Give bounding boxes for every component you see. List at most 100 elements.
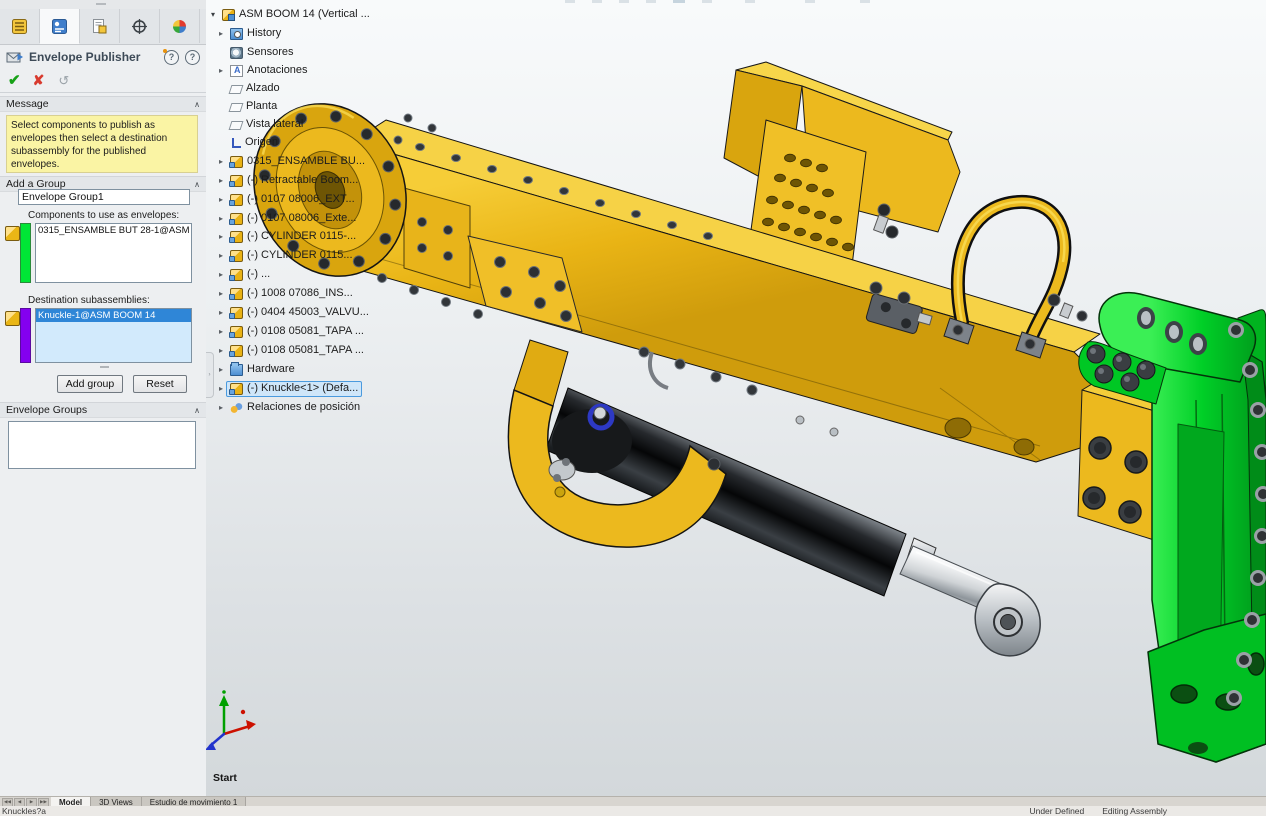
tree-item-component[interactable]: (-) 0108 05081_TAPA ... xyxy=(216,341,368,360)
envelope-groups-listbox[interactable] xyxy=(8,421,196,469)
tree-item-component[interactable]: (-) 0107 08006_Exte... xyxy=(216,209,360,228)
destination-listbox[interactable]: Knuckle-1@ASM BOOM 14 xyxy=(35,308,192,363)
panel-flyout-handle[interactable]: › xyxy=(206,352,214,398)
tab-feature-manager[interactable] xyxy=(0,9,40,43)
component-icon xyxy=(230,156,243,168)
component-selection-icon xyxy=(5,226,20,241)
graphics-viewport[interactable]: ASM BOOM 14 (Vertical ... History Sensor… xyxy=(206,0,1266,796)
expand-arrow-icon[interactable] xyxy=(216,251,226,260)
tree-item-side-plane[interactable]: Vista lateral xyxy=(216,115,307,134)
plane-icon xyxy=(229,103,244,112)
tab-display-manager[interactable] xyxy=(160,9,200,43)
mates-icon xyxy=(230,402,243,414)
expand-arrow-icon[interactable] xyxy=(216,289,226,298)
manager-tabs xyxy=(0,9,206,45)
tree-item-top-plane[interactable]: Planta xyxy=(216,97,281,116)
tree-item-hardware-folder[interactable]: Hardware xyxy=(216,360,299,379)
tree-item-history[interactable]: History xyxy=(216,24,285,43)
plane-icon xyxy=(229,121,244,130)
tab-property-manager[interactable] xyxy=(40,9,80,44)
component-icon xyxy=(230,213,243,225)
feature-manager-icon xyxy=(11,18,28,35)
expand-arrow-icon[interactable] xyxy=(216,327,226,336)
list-item[interactable]: 0315_ENSAMBLE BUT 28-1@ASM BOOM 14 xyxy=(36,224,191,237)
destination-color-bar xyxy=(20,308,31,363)
expand-arrow-icon[interactable] xyxy=(216,214,226,223)
boom-part[interactable] xyxy=(352,114,1112,462)
tree-item-annotations[interactable]: Anotaciones xyxy=(216,61,312,80)
expand-arrow-icon[interactable] xyxy=(216,270,226,279)
tree-item-assembly-root[interactable]: ASM BOOM 14 (Vertical ... xyxy=(208,5,374,24)
component-icon xyxy=(230,307,243,319)
annotations-icon xyxy=(230,65,243,77)
expand-arrow-icon[interactable] xyxy=(208,10,218,19)
expand-arrow-icon[interactable] xyxy=(216,403,226,412)
expand-arrow-icon[interactable] xyxy=(216,365,226,374)
dimxpert-icon xyxy=(131,18,148,35)
list-resize-handle[interactable] xyxy=(100,366,109,368)
plane-icon xyxy=(229,85,244,94)
expand-arrow-icon[interactable] xyxy=(216,308,226,317)
collapse-chevron-icon[interactable]: ∧ xyxy=(194,180,200,189)
help-icon[interactable]: ? xyxy=(185,50,200,65)
tree-item-component[interactable]: (-) CYLINDER 0115... xyxy=(216,246,357,265)
knuckle-part[interactable] xyxy=(1078,293,1266,762)
status-constraint: Under Defined xyxy=(1029,806,1084,816)
collapse-chevron-icon[interactable]: ∧ xyxy=(194,100,200,109)
components-listbox[interactable]: 0315_ENSAMBLE BUT 28-1@ASM BOOM 14 xyxy=(35,223,192,283)
expand-arrow-icon[interactable] xyxy=(216,176,226,185)
undo-button[interactable]: ↺ xyxy=(58,74,69,87)
tree-item-component[interactable]: (-) 0404 45003_VALVU... xyxy=(216,303,373,322)
configuration-manager-icon xyxy=(91,18,108,35)
group-name-input[interactable] xyxy=(18,189,190,205)
tree-item-component[interactable]: (-) 0108 05081_TAPA ... xyxy=(216,322,368,341)
splitter-grip[interactable] xyxy=(96,3,106,5)
pin-icon[interactable]: ? xyxy=(164,50,179,65)
expand-arrow-icon[interactable] xyxy=(216,29,226,38)
add-group-button[interactable]: Add group xyxy=(57,375,123,393)
cancel-button[interactable]: ✘ xyxy=(33,73,45,87)
tree-item-origin[interactable]: Origen xyxy=(216,133,282,152)
tree-item-sensors[interactable]: Sensores xyxy=(216,43,297,62)
component-icon xyxy=(230,175,243,187)
start-label: Start xyxy=(213,772,237,784)
reset-button[interactable]: Reset xyxy=(133,375,187,393)
expand-arrow-icon[interactable] xyxy=(216,232,226,241)
tree-item-component[interactable]: (-) Retractable Boom... xyxy=(216,171,362,190)
history-folder-icon xyxy=(230,28,243,40)
expand-arrow-icon[interactable] xyxy=(216,346,226,355)
collapse-chevron-icon[interactable]: ∧ xyxy=(194,406,200,415)
tree-item-component[interactable]: 0315_ENSAMBLE BU... xyxy=(216,152,369,171)
tab-configuration-manager[interactable] xyxy=(80,9,120,43)
tree-item-mates[interactable]: Relaciones de posición xyxy=(216,398,364,417)
display-manager-icon xyxy=(171,18,188,35)
list-item-selected[interactable]: Knuckle-1@ASM BOOM 14 xyxy=(36,309,191,322)
envelope-publisher-icon xyxy=(6,50,24,64)
tree-item-component[interactable]: (-) ... xyxy=(216,265,274,284)
message-section-header[interactable]: Message∧ xyxy=(0,96,206,112)
tree-item-component[interactable]: (-) 0107 08006_EXT... xyxy=(216,190,359,209)
property-manager-icon xyxy=(51,18,68,35)
tree-item-component[interactable]: (-) 1008 07086_INS... xyxy=(216,284,357,303)
component-icon xyxy=(230,288,243,300)
origin-icon xyxy=(232,138,241,148)
panel-splitter[interactable] xyxy=(0,0,206,9)
top-toolbar-remnant xyxy=(565,0,870,3)
panel-actions: ✔ ✘ ↺ xyxy=(0,68,206,93)
expand-arrow-icon[interactable] xyxy=(216,195,226,204)
tree-item-component[interactable]: (-) CYLINDER 0115-... xyxy=(216,227,360,246)
status-bar: Knuckles?a Under Defined Editing Assembl… xyxy=(0,806,1266,816)
assembly-icon xyxy=(222,9,235,21)
component-icon xyxy=(230,345,243,357)
model-3d-view[interactable] xyxy=(206,0,1266,796)
component-icon xyxy=(230,383,243,395)
tab-dimxpert-manager[interactable] xyxy=(120,9,160,43)
components-label: Components to use as envelopes: xyxy=(28,210,179,221)
tree-item-front-plane[interactable]: Alzado xyxy=(216,79,284,98)
envelope-groups-section-header[interactable]: Envelope Groups∧ xyxy=(0,402,206,418)
expand-arrow-icon[interactable] xyxy=(216,157,226,166)
tree-item-knuckle-selected[interactable]: (-) Knuckle<1> (Defa... xyxy=(216,379,362,398)
expand-arrow-icon[interactable] xyxy=(216,66,226,75)
ok-button[interactable]: ✔ xyxy=(8,73,21,88)
expand-arrow-icon[interactable] xyxy=(216,384,226,393)
